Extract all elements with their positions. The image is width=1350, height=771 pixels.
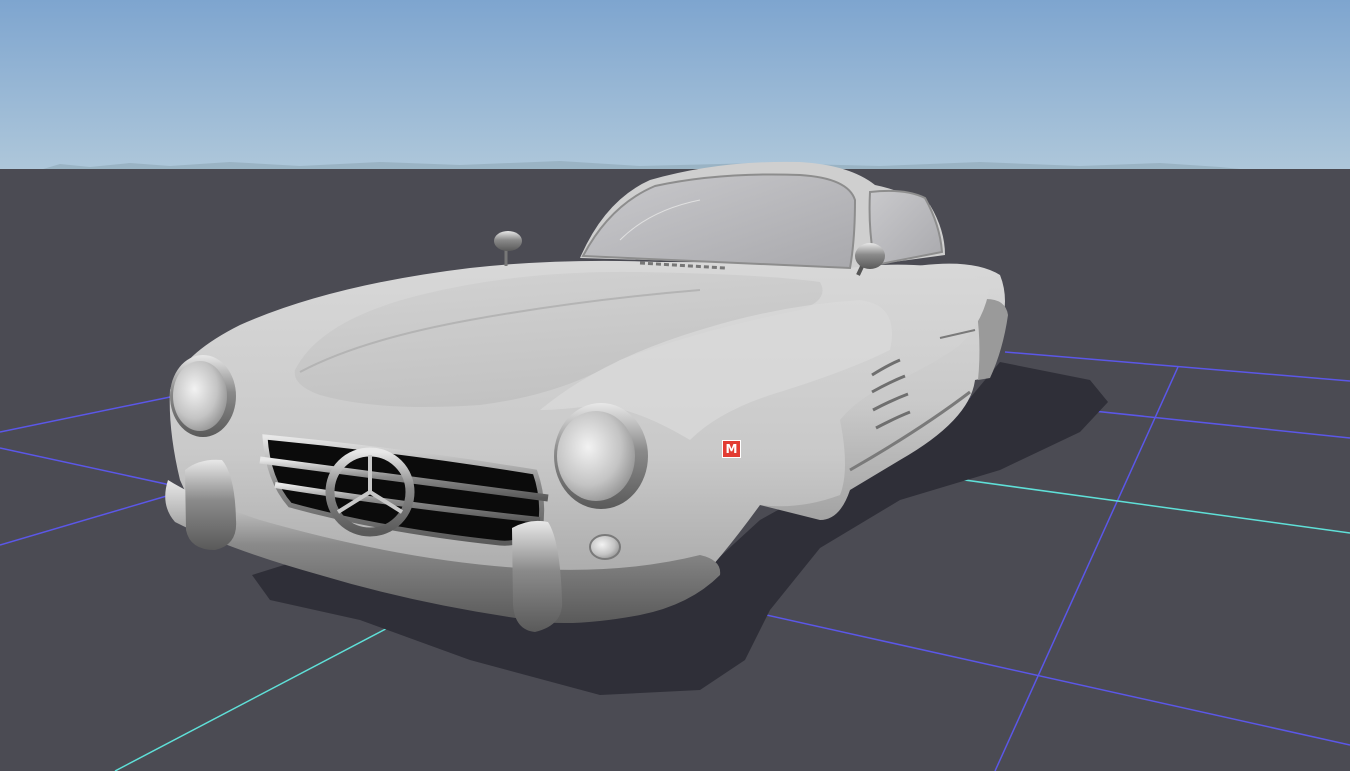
- bumper-guard-left: [185, 459, 237, 550]
- scene-canvas[interactable]: [0, 0, 1350, 771]
- 3d-viewport[interactable]: M: [0, 0, 1350, 771]
- fog-lamp: [589, 534, 621, 560]
- right-headlight: [554, 403, 648, 509]
- model-marker-badge[interactable]: M: [722, 440, 741, 458]
- left-headlight: [170, 355, 236, 437]
- sky: [0, 0, 1350, 170]
